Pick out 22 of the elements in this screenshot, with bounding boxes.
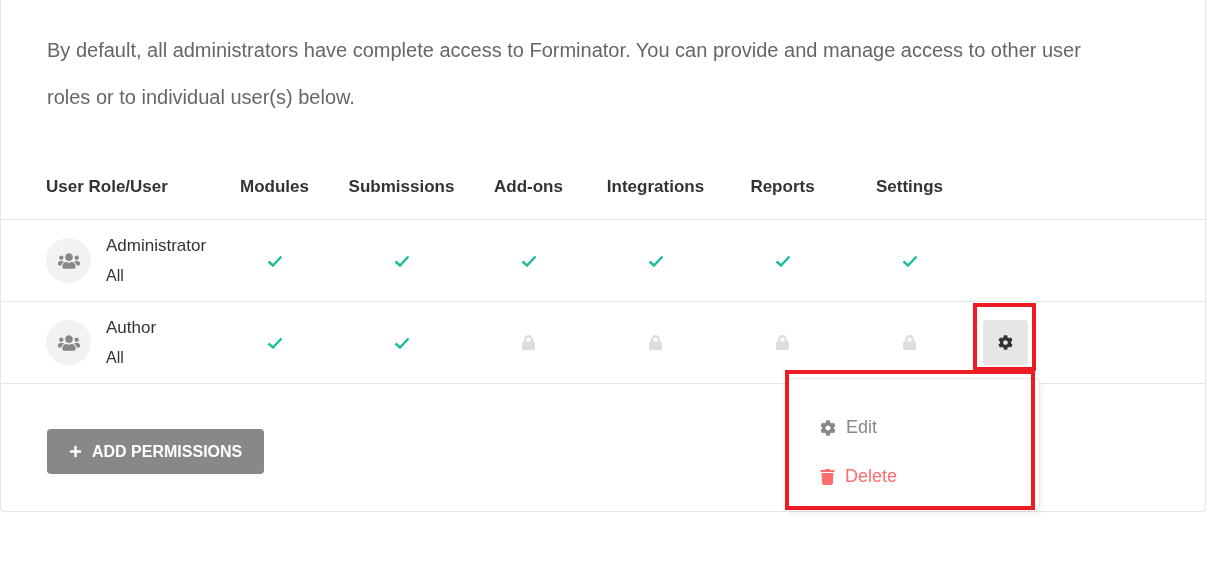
role-scope: All [106,348,125,369]
settings-icon [998,335,1013,350]
column-header: Submissions [348,176,455,198]
intro-text: By default, all administrators have complete access to Forminator. You can provide and manage access to other user roles or to individual user(s) below. [46,38,1082,110]
users-icon [57,251,80,270]
plus-icon [69,445,82,458]
add-permissions-button[interactable]: ADD PERMISSIONS [47,429,265,474]
delete-menu-item[interactable]: Delete [820,463,898,490]
column-header: User Role/User [45,176,169,198]
settings-button[interactable] [983,320,1028,365]
settings-icon [820,419,836,436]
edit-menu-item[interactable]: Edit [820,414,878,441]
role-name: Author [106,316,157,339]
column-header: Reports [750,176,815,198]
role-name: Administrator [106,234,207,257]
role-scope: All [106,266,125,287]
column-header: Integrations [606,176,705,198]
users-icon [57,333,80,352]
column-header: Modules [240,176,309,198]
column-header: Add-ons [494,176,563,198]
column-header: Settings [875,176,944,198]
trash-icon [820,468,835,485]
